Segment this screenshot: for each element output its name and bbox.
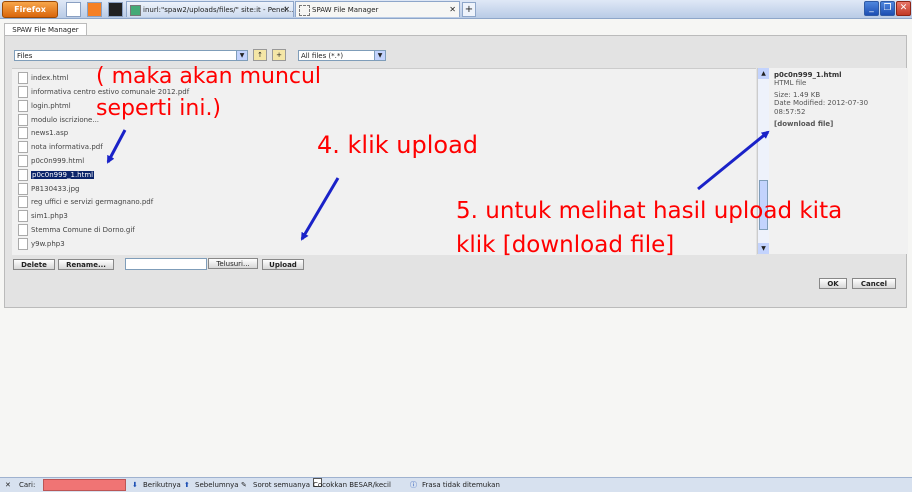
info-icon: ⓘ <box>410 481 417 489</box>
arrow-down-icon: ⬇ <box>132 481 138 489</box>
find-label: Cari: <box>19 481 36 489</box>
arrow-up-icon: ⬆ <box>184 481 190 489</box>
find-status-text: Frasa tidak ditemukan <box>422 481 500 489</box>
annotation-arrows <box>106 129 770 241</box>
close-find-icon[interactable]: ✕ <box>5 478 11 492</box>
match-case-label: Cocokkan BESAR/kecil <box>313 481 391 489</box>
find-bar: ✕ Cari: ⬇ Berikutnya ⬆ Sebelumnya ✎ Soro… <box>0 477 912 492</box>
arrow-to-upload-button <box>300 177 340 241</box>
find-input[interactable] <box>43 479 126 491</box>
highlight-icon: ✎ <box>241 481 247 489</box>
find-next-button[interactable]: Berikutnya <box>143 478 181 492</box>
arrow-to-selected-file <box>106 129 127 164</box>
arrow-to-download-link <box>697 130 770 191</box>
highlight-all-button[interactable]: Sorot semuanya <box>253 478 310 492</box>
find-previous-button[interactable]: Sebelumnya <box>195 478 239 492</box>
